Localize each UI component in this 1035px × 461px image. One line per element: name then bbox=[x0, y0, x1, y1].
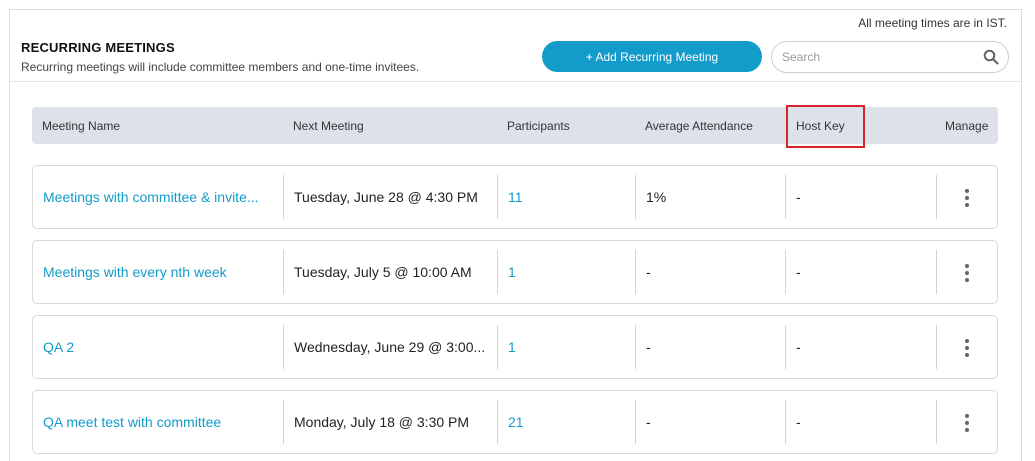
column-header-next-meeting[interactable]: Next Meeting bbox=[293, 119, 364, 133]
add-recurring-meeting-button[interactable]: + Add Recurring Meeting bbox=[542, 41, 762, 72]
host-key-highlight-box bbox=[786, 105, 865, 148]
meeting-name-link[interactable]: Meetings with every nth week bbox=[43, 241, 281, 303]
column-divider bbox=[785, 325, 786, 369]
column-header-participants[interactable]: Participants bbox=[507, 119, 570, 133]
column-divider bbox=[635, 175, 636, 219]
search-box[interactable] bbox=[771, 41, 1009, 73]
next-meeting-cell: Wednesday, June 29 @ 3:00... bbox=[294, 339, 486, 355]
table-row: Meetings with every nth week Tuesday, Ju… bbox=[32, 240, 998, 304]
more-vertical-icon[interactable] bbox=[955, 334, 979, 362]
column-divider bbox=[785, 175, 786, 219]
column-divider bbox=[785, 400, 786, 444]
average-attendance-cell: - bbox=[646, 339, 651, 355]
meeting-name-link[interactable]: QA meet test with committee bbox=[43, 391, 281, 453]
participants-link[interactable]: 21 bbox=[508, 391, 628, 453]
column-header-meeting-name[interactable]: Meeting Name bbox=[42, 119, 120, 133]
column-divider bbox=[936, 400, 937, 444]
column-divider bbox=[497, 175, 498, 219]
host-key-cell: - bbox=[796, 189, 801, 205]
column-divider bbox=[635, 250, 636, 294]
next-meeting-cell: Tuesday, June 28 @ 4:30 PM bbox=[294, 189, 478, 205]
column-divider bbox=[635, 325, 636, 369]
meeting-name-link[interactable]: QA 2 bbox=[43, 316, 281, 378]
host-key-cell: - bbox=[796, 339, 801, 355]
table-row: QA 2 Wednesday, June 29 @ 3:00... 1 - - bbox=[32, 315, 998, 379]
more-vertical-icon[interactable] bbox=[955, 259, 979, 287]
column-divider bbox=[283, 175, 284, 219]
host-key-cell: - bbox=[796, 264, 801, 280]
column-divider bbox=[936, 250, 937, 294]
column-divider bbox=[936, 325, 937, 369]
column-header-average-attendance[interactable]: Average Attendance bbox=[645, 119, 753, 133]
participants-link[interactable]: 1 bbox=[508, 241, 628, 303]
more-vertical-icon[interactable] bbox=[955, 409, 979, 437]
average-attendance-cell: - bbox=[646, 414, 651, 430]
more-vertical-icon[interactable] bbox=[955, 184, 979, 212]
recurring-meetings-panel: All meeting times are in IST. RECURRING … bbox=[9, 9, 1022, 461]
page-subtitle: Recurring meetings will include committe… bbox=[21, 60, 420, 74]
next-meeting-cell: Tuesday, July 5 @ 10:00 AM bbox=[294, 264, 472, 280]
panel-header: All meeting times are in IST. RECURRING … bbox=[10, 10, 1021, 82]
average-attendance-cell: - bbox=[646, 264, 651, 280]
column-divider bbox=[497, 400, 498, 444]
host-key-cell: - bbox=[796, 414, 801, 430]
column-divider bbox=[283, 400, 284, 444]
table-row: Meetings with committee & invite... Tues… bbox=[32, 165, 998, 229]
search-input[interactable] bbox=[782, 49, 972, 65]
column-divider bbox=[785, 250, 786, 294]
column-header-manage: Manage bbox=[945, 119, 989, 133]
column-divider bbox=[497, 250, 498, 294]
next-meeting-cell: Monday, July 18 @ 3:30 PM bbox=[294, 414, 470, 430]
timezone-note: All meeting times are in IST. bbox=[858, 16, 1007, 30]
column-divider bbox=[283, 325, 284, 369]
column-divider bbox=[497, 325, 498, 369]
table-row: QA meet test with committee Monday, July… bbox=[32, 390, 998, 454]
column-divider bbox=[283, 250, 284, 294]
column-divider bbox=[936, 175, 937, 219]
search-icon[interactable] bbox=[983, 49, 999, 65]
participants-link[interactable]: 1 bbox=[508, 316, 628, 378]
participants-link[interactable]: 11 bbox=[508, 166, 628, 228]
meeting-name-link[interactable]: Meetings with committee & invite... bbox=[43, 166, 281, 228]
column-divider bbox=[635, 400, 636, 444]
average-attendance-cell: 1% bbox=[646, 189, 667, 205]
page-title: RECURRING MEETINGS bbox=[21, 40, 175, 55]
